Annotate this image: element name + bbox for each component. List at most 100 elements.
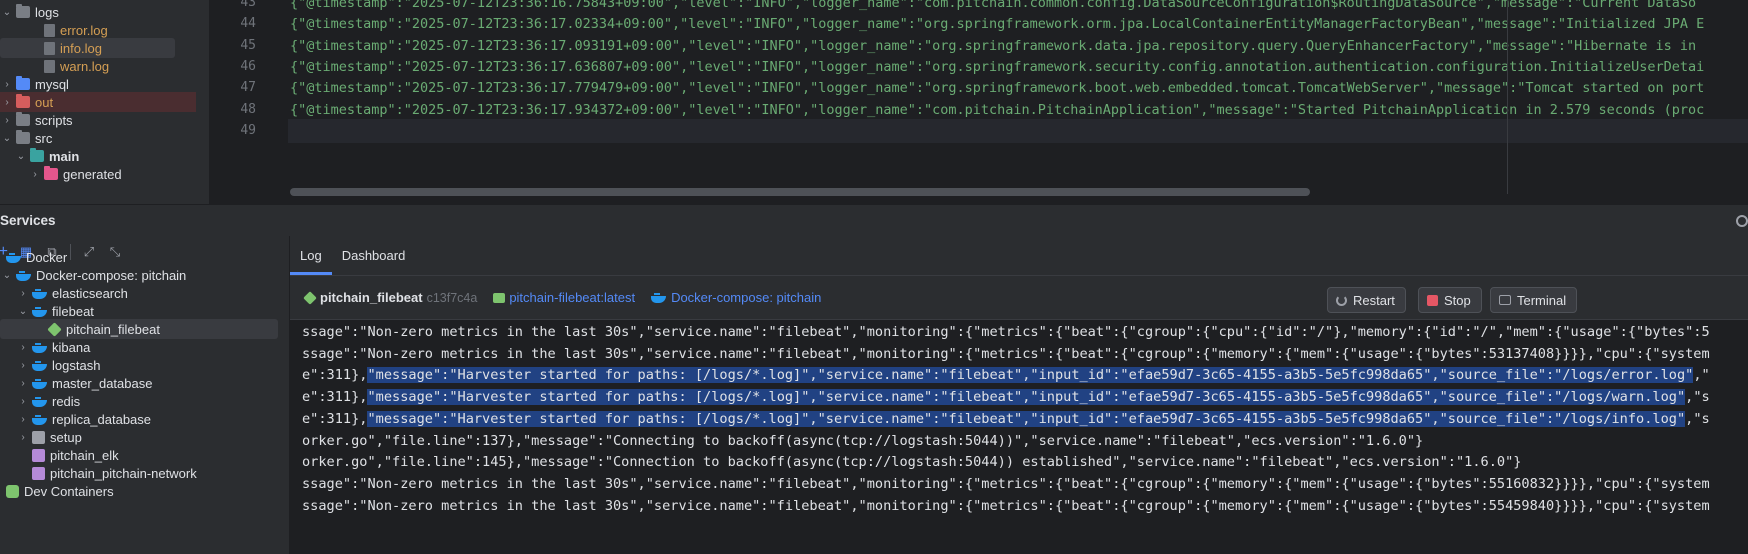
chevron-down-icon[interactable]: ⌄ [16,306,30,317]
right-margin-guide [1507,0,1508,194]
chevron-down-icon[interactable]: ⌄ [0,270,14,281]
service-tree-item[interactable]: ⌄ Docker-compose: pitchain [0,265,289,285]
folder-icon [30,148,44,162]
log-line[interactable]: orker.go","file.line":137},"message":"Co… [302,430,1423,452]
docker-icon [32,413,47,425]
service-tree-item[interactable]: › kibana [0,337,289,357]
project-tree-item[interactable]: ⌄ main [0,146,209,166]
log-line[interactable]: ssage":"Non-zero metrics in the last 30s… [302,321,1710,343]
terminal-icon [1499,295,1511,305]
folder-icon [16,4,30,18]
project-tree-item-label: generated [63,166,122,182]
service-tree-item[interactable]: › logstash [0,355,289,375]
editor[interactable]: 43 44 45 46 47 48 49 {"@timestamp":"2025-07-12… [210,0,1748,204]
log-line[interactable]: ssage":"Non-zero metrics in the last 30s… [302,343,1710,365]
project-tree-item-label: main [49,148,80,164]
line-number: 49 [240,122,256,138]
chevron-down-icon[interactable]: ⌄ [0,133,14,144]
service-tree-item-label: filebeat [52,303,94,319]
terminal-label: Terminal [1517,292,1567,308]
log-line[interactable]: ssage":"Non-zero metrics in the last 30s… [302,495,1710,517]
horizontal-scrollbar[interactable] [290,188,1310,196]
project-tree-item-label: mysql [35,76,69,92]
file-icon [44,23,55,37]
service-tree-item[interactable]: pitchain_elk [0,445,289,465]
restart-icon [1336,294,1347,306]
chevron-down-icon[interactable]: ⌄ [14,151,28,162]
tab-dashboard[interactable]: Dashboard [332,236,416,275]
compose-icon [651,292,667,303]
chevron-right-icon[interactable]: › [0,97,14,108]
service-tree-item[interactable]: Docker [0,247,289,267]
docker-icon [6,251,21,263]
log-output[interactable]: ssage":"Non-zero metrics in the last 30s… [290,320,1748,554]
log-text: e":311}, [302,410,368,427]
services-title: Services [0,213,56,228]
service-tree-item[interactable]: pitchain_pitchain-network [0,463,289,483]
folder-icon [44,166,58,180]
service-tree-item[interactable]: Dev Containers [0,481,289,501]
log-line[interactable]: e":311},"message":"Harvester started for… [302,364,1710,386]
service-tree-item-label: logstash [52,357,101,373]
chevron-right-icon[interactable]: › [16,342,30,353]
service-tree-item[interactable]: pitchain_filebeat [0,319,278,339]
code-line[interactable] [288,118,1748,143]
chevron-right-icon[interactable]: › [28,169,42,180]
terminal-button[interactable]: Terminal [1490,287,1578,313]
project-tree: ⌄ logs error.log info.log warn.log › mysql › out… [0,0,210,204]
log-line[interactable]: e":311},"message":"Harvester started for… [302,408,1710,430]
project-tree-item[interactable]: error.log [0,20,209,40]
service-tree-item-label: master_database [52,375,153,391]
chevron-right-icon[interactable]: › [16,432,30,443]
service-tree-item[interactable]: › master_database [0,373,289,393]
folder-icon [16,130,30,144]
log-line[interactable]: ssage":"Non-zero metrics in the last 30s… [302,473,1710,495]
top-area: ⌄ logs error.log info.log warn.log › mysql › out… [0,0,1748,204]
chevron-right-icon[interactable]: › [16,396,30,407]
project-tree-item[interactable]: › out [0,92,196,112]
project-tree-item[interactable]: ⌄ logs [0,2,209,22]
project-tree-item[interactable]: › generated [0,164,209,184]
chevron-right-icon[interactable]: › [16,414,30,425]
service-tree-item-label: pitchain_elk [50,447,119,463]
project-tree-item[interactable]: warn.log [0,56,209,76]
project-tree-item[interactable]: › mysql [0,74,209,94]
network-icon [32,448,45,462]
chevron-right-icon[interactable]: › [16,288,30,299]
service-tree-item[interactable]: › redis [0,391,289,411]
log-text: ,"s [1685,389,1710,406]
image-link[interactable]: pitchain-filebeat:latest [509,290,635,305]
folder-icon [16,94,30,108]
settings-icon[interactable] [1736,215,1748,227]
chevron-right-icon[interactable]: › [16,378,30,389]
service-tree-item[interactable]: ⌄ filebeat [0,301,289,321]
compose-link[interactable]: Docker-compose: pitchain [671,290,821,305]
tab-log[interactable]: Log [290,236,332,275]
service-tree-item-label: elasticsearch [52,285,128,301]
service-tree-item[interactable]: › setup [0,427,289,447]
docker-icon [32,395,47,407]
editor-gutter: 43 44 45 46 47 48 49 [210,0,288,204]
services-header: Services [0,204,1748,236]
chevron-down-icon[interactable]: ⌄ [0,7,14,18]
project-tree-item[interactable]: info.log [0,38,175,58]
service-tree-item[interactable]: › replica_database [0,409,289,429]
log-text: e":311}, [302,389,368,406]
stop-button[interactable]: Stop [1418,287,1482,313]
service-tree-item-label: redis [52,393,81,409]
project-tree-item[interactable]: ⌄ src [0,128,209,148]
image-icon [493,292,506,303]
service-tree-item[interactable]: › elasticsearch [0,283,289,303]
selected-log-text: "message":"Harvester started for paths: … [367,389,1686,406]
container-name: pitchain_filebeat [320,290,423,305]
folder-icon [16,76,30,90]
log-line[interactable]: e":311},"message":"Harvester started for… [302,386,1710,408]
project-tree-item-label: error.log [60,22,108,38]
chevron-right-icon[interactable]: › [0,79,14,90]
project-tree-item-label: out [35,94,54,110]
restart-button[interactable]: Restart [1327,287,1406,313]
chevron-right-icon[interactable]: › [0,115,14,126]
log-line[interactable]: orker.go","file.line":145},"message":"Co… [302,451,1521,473]
chevron-right-icon[interactable]: › [16,360,30,371]
project-tree-item[interactable]: › scripts [0,110,209,130]
